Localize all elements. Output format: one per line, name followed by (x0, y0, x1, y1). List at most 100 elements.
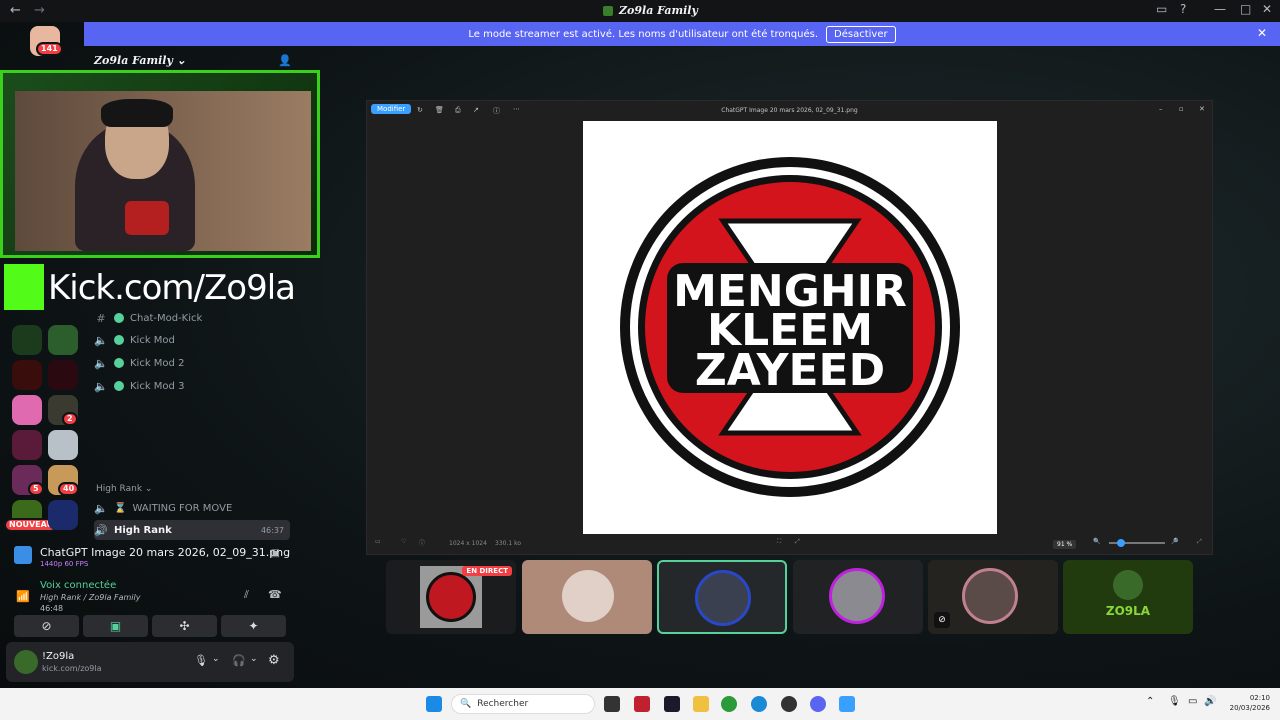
minimize-icon[interactable]: — (1214, 2, 1226, 16)
edge-icon[interactable] (751, 696, 767, 712)
close-window-icon[interactable]: ✕ (1262, 2, 1272, 16)
channel-kick-mod[interactable]: 🔈 Kick Mod (94, 330, 175, 350)
taskbar-search[interactable]: 🔍 Rechercher (451, 694, 595, 714)
maximize-icon[interactable]: ▫ (1179, 105, 1184, 113)
obs-icon[interactable] (781, 696, 797, 712)
participant-tile-2[interactable] (522, 560, 652, 634)
channel-high-rank[interactable]: 🔊 High Rank 46:37 (94, 520, 290, 540)
discord-icon[interactable] (810, 696, 826, 712)
category-high-rank[interactable]: High Rank ⌄ (96, 484, 152, 494)
chevron-down-icon[interactable]: ⌄ (250, 654, 258, 664)
favorite-icon[interactable]: ♡ (401, 538, 406, 545)
participant-name: ZO9LA (1105, 604, 1151, 618)
network-icon[interactable]: ▭ (1188, 696, 1197, 707)
tray-chevron-icon[interactable]: ⌃ (1146, 696, 1154, 707)
volume-icon[interactable]: 🔊 (1204, 696, 1216, 707)
screen-share-icon[interactable]: ▣ (83, 615, 148, 637)
windows-start-icon[interactable] (426, 696, 442, 712)
help-icon[interactable]: ? (1180, 2, 1186, 16)
image-file-icon (14, 546, 32, 564)
zoom-value[interactable]: 91 % (1053, 540, 1077, 549)
server-badge: 5 (28, 482, 44, 496)
crop-icon[interactable]: ⛶ (777, 538, 781, 546)
server-icon-yugen[interactable] (12, 325, 42, 355)
voice-timer: 46:48 (40, 604, 64, 613)
acrobat-icon[interactable] (634, 696, 650, 712)
stop-stream-icon[interactable]: ▣ (271, 548, 280, 559)
participant-tile-4[interactable] (793, 560, 923, 634)
banner-text: Le mode streamer est activé. Les noms d'… (468, 28, 819, 40)
voice-channel: High Rank / Zo9la Family (40, 593, 141, 602)
server-icon-pink[interactable] (12, 395, 42, 425)
microphone-icon[interactable]: 🎙 (194, 654, 208, 667)
username: !Zo9la (42, 651, 75, 662)
server-icon-ymc[interactable] (48, 360, 78, 390)
fullscreen-icon[interactable]: ⤢ (1197, 538, 1202, 546)
participant-tile-3[interactable] (657, 560, 787, 634)
gear-icon[interactable]: ⚙ (268, 653, 280, 668)
task-view-icon[interactable] (604, 696, 620, 712)
photos-icon[interactable] (839, 696, 855, 712)
banner-close-icon[interactable]: ✕ (1257, 26, 1267, 40)
chevron-down-icon[interactable]: ⌄ (212, 654, 220, 664)
disconnect-icon[interactable]: ☎ (268, 588, 282, 601)
hash-icon: # (96, 311, 106, 325)
chrome-icon[interactable] (721, 696, 737, 712)
channel-waiting-for-move[interactable]: 🔈 ⌛ WAITING FOR MOVE (94, 498, 232, 518)
add-member-icon[interactable]: 👤 (278, 54, 292, 67)
image-canvas: MENGHIR KLEEM ZAYEED (583, 121, 997, 534)
camera-off-icon: ⊘ (934, 612, 950, 628)
file-explorer-icon[interactable] (693, 696, 709, 712)
capcut-icon[interactable] (664, 696, 680, 712)
zoom-out-icon[interactable]: 🔍 (1093, 538, 1100, 545)
zoom-in-icon[interactable]: 🔎 (1171, 538, 1178, 545)
maximize-icon[interactable]: □ (1240, 2, 1251, 16)
channel-label: Kick Mod 2 (130, 357, 185, 369)
webcam-overlay (0, 70, 320, 258)
server-icon-red[interactable] (12, 360, 42, 390)
participant-tile-6[interactable]: ZO9LA (1063, 560, 1193, 634)
filmstrip-icon[interactable]: ▭ (375, 538, 381, 545)
window-title-text: Zo9la Family (619, 4, 698, 17)
server-icon-trap[interactable] (12, 430, 42, 460)
fit-icon[interactable]: ⤢ (795, 538, 800, 546)
server-name[interactable]: Zo9la Family ⌄ (94, 54, 186, 67)
channel-kick-mod-2[interactable]: 🔈 Kick Mod 2 (94, 353, 184, 373)
server-icon-avatar[interactable] (48, 430, 78, 460)
channel-label: Kick Mod (130, 334, 175, 346)
activities-icon[interactable]: ✣ (152, 615, 217, 637)
noise-suppression-icon[interactable]: ⫽ (244, 588, 249, 602)
info-icon[interactable]: ⓘ (419, 538, 425, 547)
channel-label: High Rank (114, 524, 172, 536)
server-icon-zo9la[interactable] (48, 325, 78, 355)
headset-icon[interactable]: 🎧 (232, 654, 246, 667)
server-icon-blue[interactable] (48, 500, 78, 530)
back-arrow-icon[interactable]: ← (10, 3, 21, 18)
window-title: Zo9la Family (603, 4, 698, 17)
voice-actions: ⊘ ▣ ✣ ✦ (14, 615, 286, 637)
disable-streamer-button[interactable]: Désactiver (826, 25, 896, 43)
system-clock[interactable]: 02:10 20/03/2026 (1230, 693, 1270, 713)
soundboard-icon[interactable]: ✦ (221, 615, 286, 637)
participant-tile-5[interactable]: ⊘ (928, 560, 1058, 634)
channel-chat-mod-kick[interactable]: # Chat-Mod-Kick (94, 308, 202, 328)
channel-kick-mod-3[interactable]: 🔈 Kick Mod 3 (94, 376, 184, 396)
search-icon: 🔍 (460, 699, 472, 709)
camera-off-icon[interactable]: ⊘ (14, 615, 79, 637)
avatar[interactable] (14, 650, 38, 674)
participant-tile-stream[interactable]: EN DIRECT (386, 560, 516, 634)
minimize-icon[interactable]: – (1159, 105, 1163, 113)
server-badge: 2 (62, 412, 78, 426)
hourglass-icon: ⌛ (114, 502, 127, 514)
zoom-slider-thumb[interactable] (1117, 539, 1125, 547)
server-name-text: Zo9la Family (94, 54, 173, 67)
logo-image: MENGHIR KLEEM ZAYEED (620, 157, 960, 497)
viewer-statusbar: ▭ ♡ ⓘ 1024 x 1024 330.1 ko ⛶ ⤢ 91 % 🔍 🔎 … (367, 532, 1212, 554)
server-badge: 40 (58, 482, 80, 496)
forward-arrow-icon[interactable]: → (34, 3, 45, 18)
microphone-icon[interactable]: 🎙 (1168, 696, 1181, 707)
inbox-icon[interactable]: ▭ (1156, 2, 1167, 16)
zoom-slider[interactable] (1109, 539, 1165, 547)
close-icon[interactable]: ✕ (1199, 105, 1205, 113)
signal-icon: 📶 (16, 590, 30, 603)
